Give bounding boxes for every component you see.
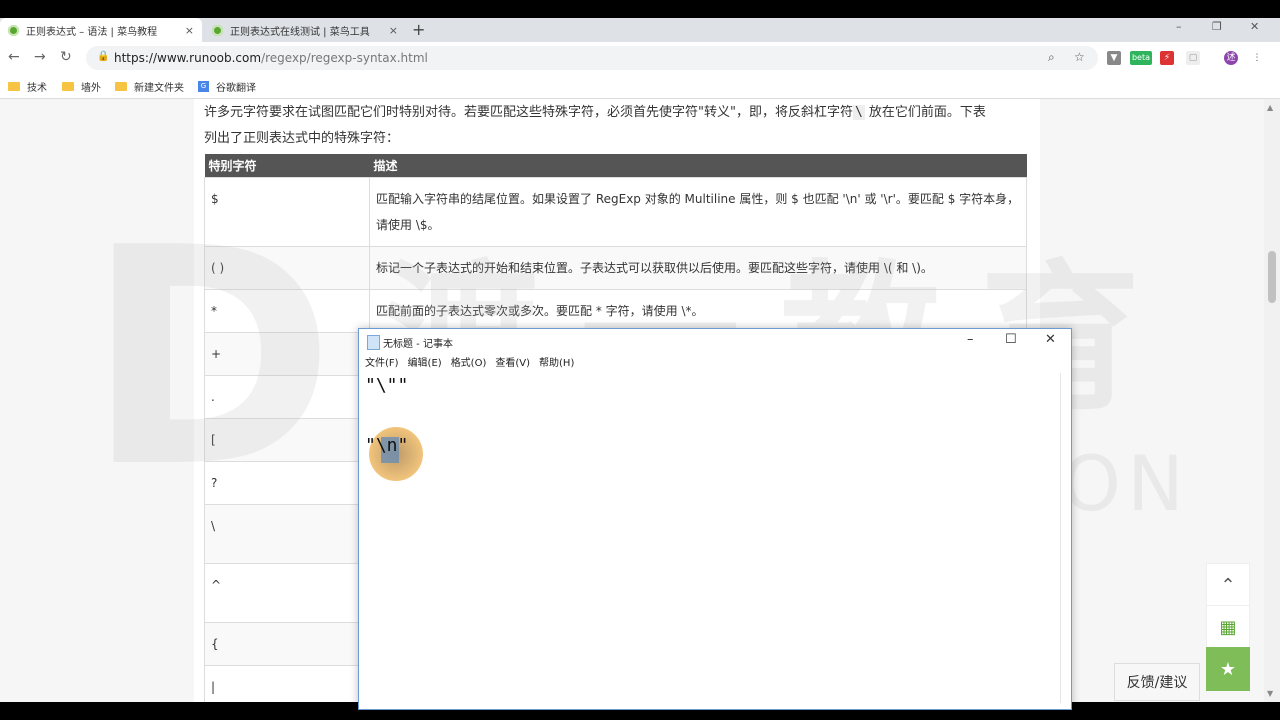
menu-file[interactable]: 文件(F) [365, 355, 399, 373]
back-button[interactable]: ← [8, 49, 20, 65]
cell-desc: 标记一个子表达式的开始和结束位置。子表达式可以获取供以后使用。要匹配这些字符，请… [369, 246, 1027, 290]
browser-toolbar: ← → ↻ 🔒 https://www.runoob.com/regexp/re… [0, 42, 1280, 74]
cell-char: ? [204, 461, 370, 505]
cell-char: + [204, 332, 370, 376]
notepad-app-icon [367, 335, 380, 350]
table-row: * 匹配前面的子表达式零次或多次。要匹配 * 字符，请使用 \*。 [204, 289, 1027, 333]
notepad-close-button[interactable]: ✕ [1045, 332, 1056, 347]
menu-format[interactable]: 格式(O) [451, 355, 487, 373]
editor-line-2: "\n" [365, 435, 409, 456]
tab-close-icon[interactable]: × [389, 24, 398, 37]
scroll-thumb[interactable] [1268, 251, 1276, 303]
lock-icon: 🔒 [97, 51, 110, 62]
url-text: https://www.runoob.com/regexp/regexp-syn… [114, 51, 428, 65]
runoob-favicon-icon [8, 24, 19, 36]
notepad-title: 无标题 - 记事本 [383, 339, 453, 350]
cell-char: { [204, 622, 370, 666]
extension-v-icon[interactable]: ▼ [1107, 51, 1121, 65]
reload-button[interactable]: ↻ [60, 49, 72, 65]
notepad-minimize-button[interactable]: – [967, 332, 974, 347]
intro-paragraph-line2: 列出了正则表达式中的特殊字符： [204, 131, 400, 146]
bookmark-google-translate[interactable]: G 谷歌翻译 [198, 79, 256, 94]
runoob-favicon-icon [212, 24, 223, 36]
cell-char: * [204, 289, 370, 333]
google-translate-icon: G [198, 81, 209, 92]
bookmarks-bar: 技术 墙外 新建文件夹 G 谷歌翻译 [0, 74, 1280, 99]
zoom-icon[interactable]: ⌕ [1048, 50, 1055, 65]
scroll-top-button[interactable]: ⌃ [1206, 563, 1250, 607]
profile-avatar-icon[interactable]: 述 [1224, 51, 1238, 65]
folder-icon [62, 82, 74, 91]
notepad-scrollbar[interactable] [1060, 373, 1071, 703]
extension-blank-icon[interactable]: ▢ [1186, 51, 1200, 65]
backslash-code: \ [852, 105, 865, 120]
scroll-down-arrow-icon[interactable]: ▼ [1267, 689, 1273, 698]
notepad-menubar: 文件(F) 编辑(E) 格式(O) 查看(V) 帮助(H) [359, 355, 577, 373]
header-description: 描述 [369, 154, 1027, 178]
cell-char: [ [204, 418, 370, 462]
notepad-maximize-button[interactable]: ☐ [1005, 332, 1017, 347]
tab-regexp-syntax[interactable]: 正则表达式 – 语法 | 菜鸟教程 × [0, 18, 202, 42]
menu-edit[interactable]: 编辑(E) [408, 355, 442, 373]
bookmark-folder-wall[interactable]: 墙外 [62, 79, 101, 94]
notepad-editor[interactable]: "\"" "\n" [365, 373, 1061, 703]
browser-menu-icon[interactable]: ⋮ [1250, 51, 1264, 65]
cell-char: . [204, 375, 370, 419]
bookmark-folder-tech[interactable]: 技术 [8, 79, 47, 94]
page-scrollbar[interactable]: ▲ ▼ [1264, 99, 1280, 702]
tab-label: 正则表达式在线测试 | 菜鸟工具 [230, 26, 370, 38]
menu-help[interactable]: 帮助(H) [539, 355, 574, 373]
table-header-row: 特别字符 描述 [204, 154, 1027, 178]
editor-line-1: "\"" [365, 375, 409, 396]
favorite-button[interactable]: ★ [1206, 647, 1250, 691]
extension-red-icon[interactable]: ⚡ [1160, 51, 1174, 65]
header-special-char: 特别字符 [204, 154, 370, 178]
intro-paragraph: 许多元字符要求在试图匹配它们时特别对待。若要匹配这些特殊字符，必须首先使字符"转… [204, 105, 986, 120]
forward-button[interactable]: → [34, 49, 46, 65]
tab-close-icon[interactable]: × [185, 24, 194, 37]
folder-icon [8, 82, 20, 91]
feedback-button[interactable]: 反馈/建议 [1114, 663, 1200, 701]
cell-char: \ [204, 504, 370, 564]
tab-regexp-tester[interactable]: 正则表达式在线测试 | 菜鸟工具 × [204, 18, 406, 42]
new-tab-button[interactable]: + [412, 20, 425, 39]
table-row: $ 匹配输入字符串的结尾位置。如果设置了 RegExp 对象的 Multiline… [204, 177, 1027, 247]
restore-button[interactable]: ❐ [1212, 20, 1222, 33]
minimize-button[interactable]: – [1176, 20, 1182, 33]
cell-char: $ [204, 177, 370, 247]
address-bar[interactable]: 🔒 https://www.runoob.com/regexp/regexp-s… [86, 46, 1098, 70]
cell-desc: 匹配输入字符串的结尾位置。如果设置了 RegExp 对象的 Multiline … [369, 177, 1027, 247]
cell-char: ( ) [204, 246, 370, 290]
cell-char: | [204, 665, 370, 702]
menu-view[interactable]: 查看(V) [495, 355, 530, 373]
folder-icon [115, 82, 127, 91]
qr-code-button[interactable]: ▦ [1206, 605, 1250, 649]
tab-strip: 正则表达式 – 语法 | 菜鸟教程 × 正则表达式在线测试 | 菜鸟工具 × +… [0, 18, 1280, 42]
notepad-titlebar[interactable]: 无标题 - 记事本 – ☐ ✕ [359, 329, 1071, 355]
table-row: ( ) 标记一个子表达式的开始和结束位置。子表达式可以获取供以后使用。要匹配这些字… [204, 246, 1027, 290]
bookmark-folder-new[interactable]: 新建文件夹 [115, 79, 184, 94]
close-window-button[interactable]: ✕ [1250, 20, 1259, 33]
beta-extension-icon[interactable]: beta [1130, 51, 1152, 65]
tab-label: 正则表达式 – 语法 | 菜鸟教程 [26, 26, 158, 38]
cell-char: ^ [204, 563, 370, 623]
cell-desc: 匹配前面的子表达式零次或多次。要匹配 * 字符，请使用 \*。 [369, 289, 1027, 333]
notepad-window: 无标题 - 记事本 – ☐ ✕ 文件(F) 编辑(E) 格式(O) 查看(V) … [358, 328, 1072, 710]
bookmark-star-icon[interactable]: ☆ [1074, 50, 1085, 64]
scroll-up-arrow-icon[interactable]: ▲ [1267, 103, 1273, 112]
